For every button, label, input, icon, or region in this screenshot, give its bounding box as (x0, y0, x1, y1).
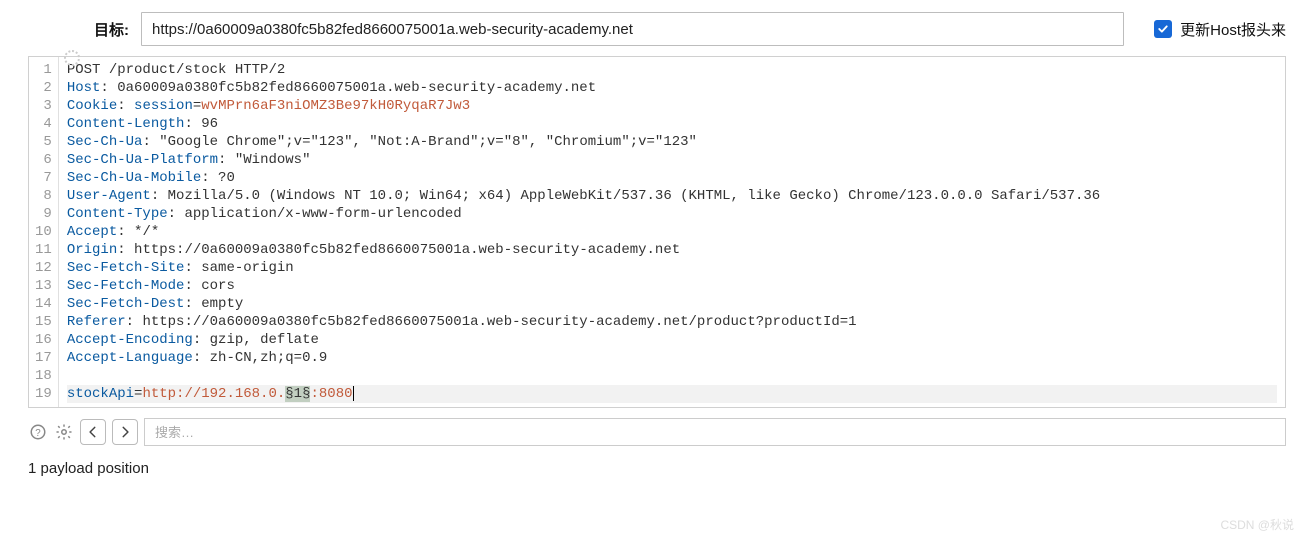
code-line: POST /product/stock HTTP/2 (67, 61, 1277, 79)
code-line: Sec-Fetch-Site: same-origin (67, 259, 1277, 277)
code-line: Sec-Fetch-Dest: empty (67, 295, 1277, 313)
code-line: Sec-Ch-Ua: "Google Chrome";v="123", "Not… (67, 133, 1277, 151)
code-line: Host: 0a60009a0380fc5b82fed8660075001a.w… (67, 79, 1277, 97)
code-line: Accept-Language: zh-CN,zh;q=0.9 (67, 349, 1277, 367)
line-gutter: 12345678910111213141516171819 (29, 57, 59, 407)
watermark: CSDN @秋说 (1220, 516, 1294, 533)
code-line: Referer: https://0a60009a0380fc5b82fed86… (67, 313, 1277, 331)
svg-text:?: ? (35, 428, 41, 439)
code-line: Sec-Ch-Ua-Platform: "Windows" (67, 151, 1277, 169)
gear-icon[interactable] (54, 422, 74, 442)
code-line: Accept-Encoding: gzip, deflate (67, 331, 1277, 349)
next-button[interactable] (112, 419, 138, 445)
check-icon (1157, 23, 1169, 35)
prev-button[interactable] (80, 419, 106, 445)
code-line: Content-Type: application/x-www-form-url… (67, 205, 1277, 223)
target-label: 目标: (94, 19, 129, 40)
code-line: Sec-Ch-Ua-Mobile: ?0 (67, 169, 1277, 187)
update-host-checkbox[interactable] (1154, 20, 1172, 38)
code-line (67, 367, 1277, 385)
code-line: stockApi=http://192.168.0.§1§:8080 (67, 385, 1277, 403)
code-content[interactable]: POST /product/stock HTTP/2Host: 0a60009a… (59, 57, 1285, 407)
payload-marker: §1§ (285, 386, 310, 402)
text-cursor (353, 386, 354, 401)
code-line: Origin: https://0a60009a0380fc5b82fed866… (67, 241, 1277, 259)
loading-spinner-icon (64, 50, 80, 66)
search-input[interactable] (144, 418, 1286, 446)
code-line: Cookie: session=wvMPrn6aF3niOMZ3Be97kH0R… (67, 97, 1277, 115)
code-line: Sec-Fetch-Mode: cors (67, 277, 1277, 295)
request-editor[interactable]: 12345678910111213141516171819 POST /prod… (28, 56, 1286, 408)
target-input[interactable] (141, 12, 1124, 46)
code-line: User-Agent: Mozilla/5.0 (Windows NT 10.0… (67, 187, 1277, 205)
code-line: Content-Length: 96 (67, 115, 1277, 133)
code-line: Accept: */* (67, 223, 1277, 241)
help-icon[interactable]: ? (28, 422, 48, 442)
payload-status: 1 payload position (0, 450, 1314, 487)
update-host-label: 更新Host报头来 (1180, 19, 1286, 40)
